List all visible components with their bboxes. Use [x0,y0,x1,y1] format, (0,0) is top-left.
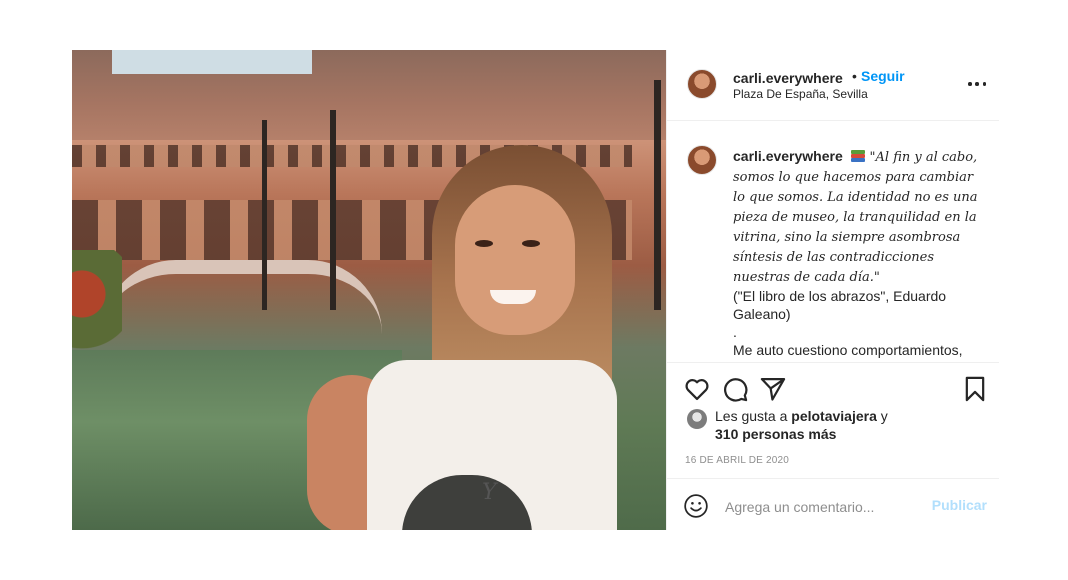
likes-text: Les gusta a pelotaviajera y 310 personas… [715,407,985,443]
avatar[interactable] [687,69,717,99]
publish-button[interactable]: Publicar [932,497,987,513]
caption-section: carli.everywhere "Al fin y al cabo, somo… [667,121,999,359]
post-actions: Les gusta a pelotaviajera y 310 personas… [667,362,999,531]
heart-icon[interactable] [683,375,711,403]
liker-username[interactable]: pelotaviajera [791,408,877,424]
caption-quote: "Al fin y al cabo, somos lo que hacemos … [733,150,978,285]
bookmark-icon[interactable] [961,375,989,403]
likes-joiner: y [880,408,888,424]
photo-face [455,185,575,335]
post-photo[interactable]: Y [72,50,666,530]
photo-person: Y [307,145,637,530]
likes-others[interactable]: 310 personas más [715,426,836,442]
photo-shirt-print: Y [482,480,497,505]
share-icon[interactable] [759,375,787,403]
comment-input[interactable] [723,495,917,519]
post-date[interactable]: 16 DE ABRIL DE 2020 [685,455,789,466]
smiley-icon[interactable] [683,493,709,519]
post-header: carli.everywhere • Seguir Plaza De Españ… [667,50,999,121]
instagram-post: Y carli.everywhere • Seguir Plaza De Esp… [72,50,999,530]
photo-eye [475,240,493,247]
photo-sky [112,50,312,74]
caption-username[interactable]: carli.everywhere [733,148,843,164]
post-sidebar: carli.everywhere • Seguir Plaza De Españ… [666,50,999,530]
photo-tree [72,250,122,360]
books-icon [850,150,865,162]
location-link[interactable]: Plaza De España, Sevilla [733,87,868,101]
avatar[interactable] [687,145,717,175]
photo-lamp [654,80,661,310]
follow-button[interactable]: Seguir [861,68,905,84]
caption-dot: . [733,324,737,340]
comment-bar: Publicar [667,478,999,531]
header-separator: • [852,68,857,84]
username-link[interactable]: carli.everywhere [733,70,843,86]
photo-eye [522,240,540,247]
more-horizontal-icon[interactable] [965,74,989,94]
action-row [683,375,989,403]
liker-avatar[interactable] [687,409,707,429]
caption-text: carli.everywhere "Al fin y al cabo, somo… [733,147,983,359]
likes-prefix: Les gusta a [715,408,788,424]
photo-smile [490,290,536,304]
caption-source: ("El libro de los abrazos", Eduardo Gale… [733,288,947,322]
photo-lamp [262,120,267,310]
comment-icon[interactable] [721,375,749,403]
caption-body: Me auto cuestiono comportamientos, decis… [733,342,963,358]
